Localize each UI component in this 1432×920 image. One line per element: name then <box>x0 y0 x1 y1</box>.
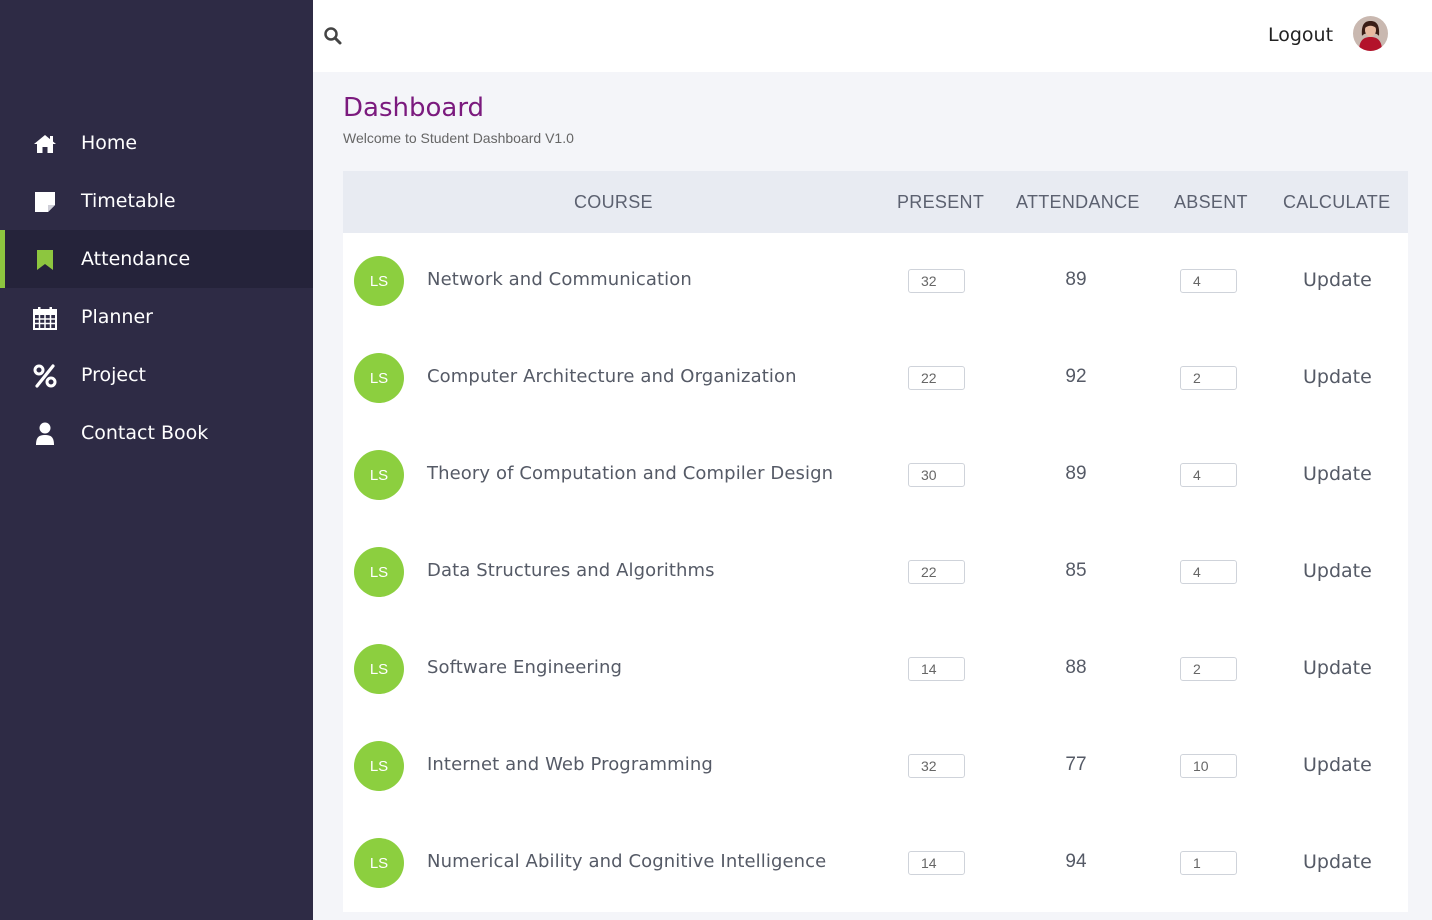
header-course: COURSE <box>574 192 653 212</box>
attendance-value: 88 <box>1065 657 1087 678</box>
bookmark-icon <box>32 247 58 273</box>
course-badge: LS <box>354 353 404 403</box>
header-present: PRESENT <box>897 192 985 212</box>
header-attendance: ATTENDANCE <box>1016 192 1140 212</box>
sidebar-nav: Home Timetable Attendance Planner Projec… <box>0 114 313 462</box>
present-input[interactable]: 14 <box>908 657 965 681</box>
course-name: Theory of Computation and Compiler Desig… <box>427 463 834 484</box>
course-name: Network and Communication <box>427 269 692 290</box>
present-input[interactable]: 32 <box>908 269 965 293</box>
attendance-value: 89 <box>1065 269 1087 290</box>
home-icon <box>32 131 58 157</box>
sidebar-item-label: Attendance <box>81 248 191 270</box>
course-badge: LS <box>354 547 404 597</box>
sidebar-item-contact-book[interactable]: Contact Book <box>0 404 313 462</box>
sidebar-item-label: Home <box>81 132 138 154</box>
present-input[interactable]: 14 <box>908 851 965 875</box>
page-title: Dashboard <box>343 93 485 123</box>
present-input[interactable]: 32 <box>908 754 965 778</box>
update-button[interactable]: Update <box>1303 657 1372 679</box>
attendance-table: COURSE PRESENT ATTENDANCE ABSENT CALCULA… <box>343 171 1408 912</box>
table-row: LS Numerical Ability and Cognitive Intel… <box>343 815 1408 912</box>
table-row: LS Computer Architecture and Organizatio… <box>343 330 1408 427</box>
course-name: Computer Architecture and Organization <box>427 366 797 387</box>
course-badge: LS <box>354 644 404 694</box>
present-input[interactable]: 22 <box>908 366 965 390</box>
attendance-value: 92 <box>1065 366 1087 387</box>
absent-input[interactable]: 2 <box>1180 366 1237 390</box>
course-badge: LS <box>354 450 404 500</box>
sidebar-item-home[interactable]: Home <box>0 114 313 172</box>
calendar-icon <box>32 305 58 331</box>
absent-input[interactable]: 4 <box>1180 463 1237 487</box>
present-input[interactable]: 30 <box>908 463 965 487</box>
course-name: Data Structures and Algorithms <box>427 560 715 581</box>
course-name: Software Engineering <box>427 657 623 678</box>
course-name: Internet and Web Programming <box>427 754 713 775</box>
sidebar-item-timetable[interactable]: Timetable <box>0 172 313 230</box>
sidebar-item-attendance[interactable]: Attendance <box>0 230 313 288</box>
absent-input[interactable]: 4 <box>1180 560 1237 584</box>
user-icon <box>32 421 58 447</box>
top-bar: Logout <box>313 0 1432 72</box>
course-badge: LS <box>354 256 404 306</box>
table-header: COURSE PRESENT ATTENDANCE ABSENT CALCULA… <box>343 171 1408 233</box>
course-badge: LS <box>354 838 404 888</box>
header-calculate: CALCULATE <box>1283 192 1391 212</box>
absent-input[interactable]: 1 <box>1180 851 1237 875</box>
absent-input[interactable]: 2 <box>1180 657 1237 681</box>
update-button[interactable]: Update <box>1303 851 1372 873</box>
sidebar-item-label: Project <box>81 364 147 386</box>
sidebar-item-label: Contact Book <box>81 422 209 444</box>
course-name: Numerical Ability and Cognitive Intellig… <box>427 851 827 872</box>
attendance-value: 85 <box>1065 560 1087 581</box>
sidebar-item-project[interactable]: Project <box>0 346 313 404</box>
table-row: LS Theory of Computation and Compiler De… <box>343 427 1408 524</box>
update-button[interactable]: Update <box>1303 560 1372 582</box>
update-button[interactable]: Update <box>1303 269 1372 291</box>
table-row: LS Data Structures and Algorithms 22 85 … <box>343 524 1408 621</box>
header-absent: ABSENT <box>1174 192 1248 212</box>
table-row: LS Software Engineering 14 88 2 Update <box>343 621 1408 718</box>
update-button[interactable]: Update <box>1303 754 1372 776</box>
attendance-value: 94 <box>1065 851 1087 872</box>
table-row: LS Network and Communication 32 89 4 Upd… <box>343 233 1408 330</box>
note-icon <box>32 189 58 215</box>
update-button[interactable]: Update <box>1303 366 1372 388</box>
update-button[interactable]: Update <box>1303 463 1372 485</box>
avatar[interactable] <box>1353 16 1388 51</box>
table-row: LS Internet and Web Programming 32 77 10… <box>343 718 1408 815</box>
logout-button[interactable]: Logout <box>1268 24 1333 46</box>
attendance-value: 77 <box>1065 754 1087 775</box>
sidebar-item-label: Timetable <box>81 190 176 212</box>
course-badge: LS <box>354 741 404 791</box>
sidebar-item-planner[interactable]: Planner <box>0 288 313 346</box>
percent-icon <box>32 363 58 389</box>
absent-input[interactable]: 4 <box>1180 269 1237 293</box>
page-subtitle: Welcome to Student Dashboard V1.0 <box>343 130 574 146</box>
absent-input[interactable]: 10 <box>1180 754 1237 778</box>
sidebar-item-label: Planner <box>81 306 153 328</box>
search-icon[interactable] <box>323 26 345 48</box>
present-input[interactable]: 22 <box>908 560 965 584</box>
sidebar: Home Timetable Attendance Planner Projec… <box>0 0 313 920</box>
attendance-value: 89 <box>1065 463 1087 484</box>
